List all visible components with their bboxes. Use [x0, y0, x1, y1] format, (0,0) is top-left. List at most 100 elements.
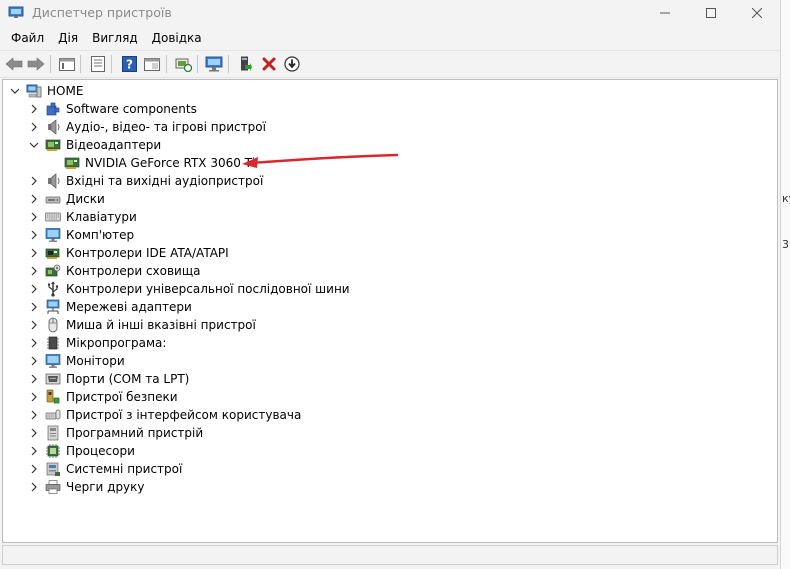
network-icon [46, 299, 60, 314]
hid-icon [45, 409, 61, 420]
tree-item-label: Диски [66, 192, 105, 206]
system-icon [46, 462, 60, 476]
chevron-right-icon[interactable] [29, 338, 39, 348]
puzzle-icon [46, 102, 60, 116]
tree-item-label: Аудіо-, відео- та ігрові пристрої [66, 120, 266, 134]
display-adapter-icon [64, 157, 80, 169]
window-panel-icon [144, 58, 160, 71]
svg-text:?: ? [126, 58, 133, 72]
update-driver-icon [241, 56, 252, 71]
forward-button[interactable] [26, 54, 46, 74]
chevron-right-icon[interactable] [29, 104, 39, 114]
uninstall-device-button[interactable] [259, 54, 279, 74]
toolbar-separator [166, 55, 167, 73]
storage-controller-icon [45, 264, 61, 277]
chevron-right-icon[interactable] [29, 248, 39, 258]
chevron-right-icon[interactable] [29, 194, 39, 204]
disable-device-button[interactable] [282, 54, 302, 74]
toolbar-separator [197, 55, 198, 73]
tree-item-label: Монітори [66, 354, 125, 368]
chevron-right-icon[interactable] [29, 266, 39, 276]
tree-item-label: Черги друку [66, 480, 145, 494]
device-manager-app-icon [8, 6, 24, 18]
tree-item-label: Вхідні та вихідні аудіопристрої [66, 174, 264, 188]
usb-icon [48, 281, 59, 297]
document-list-icon [91, 56, 105, 72]
chevron-down-icon[interactable] [29, 140, 39, 150]
window-title: Диспетчер пристроїв [32, 5, 172, 20]
device-manager-window: Диспетчер пристроїв Файл Дія Вигляд Дові… [0, 0, 781, 569]
tree-item-label: Відеоадаптери [66, 138, 162, 152]
software-device-icon [47, 425, 59, 441]
toolbar-separator [80, 55, 81, 73]
disk-icon [45, 196, 61, 204]
help-icon: ? [121, 56, 137, 72]
tree-root-label: HOME [47, 84, 84, 98]
menu-bar: Файл Дія Вигляд Довідка [0, 27, 780, 49]
tree-item-label: Мережеві адаптери [66, 300, 192, 314]
chevron-right-icon[interactable] [29, 428, 39, 438]
menu-action[interactable]: Дія [51, 29, 85, 47]
back-button[interactable] [4, 54, 24, 74]
tree-item-label: Комп'ютер [66, 228, 135, 242]
keyboard-icon [45, 212, 61, 222]
red-x-icon [262, 57, 276, 71]
annotation-arrow-line [250, 153, 399, 165]
maximize-icon [706, 8, 716, 18]
title-bar[interactable]: Диспетчер пристроїв [0, 0, 780, 26]
cpu-icon [46, 444, 60, 458]
chevron-right-icon[interactable] [29, 374, 39, 384]
update-driver-button[interactable] [236, 54, 256, 74]
arrow-left-icon [5, 57, 23, 71]
chevron-right-icon[interactable] [29, 302, 39, 312]
status-bar [2, 545, 778, 565]
scan-hardware-icon [175, 58, 192, 72]
devices-by-type-button[interactable] [204, 54, 224, 74]
maximize-button[interactable] [688, 0, 734, 26]
view-button[interactable] [142, 54, 162, 74]
help-button[interactable]: ? [119, 54, 139, 74]
menu-help[interactable]: Довідка [145, 29, 209, 47]
tree-item-label: Процесори [66, 444, 135, 458]
chevron-right-icon[interactable] [29, 482, 39, 492]
monitor-icon [205, 56, 223, 72]
display-adapter-icon [45, 139, 61, 151]
controller-icon [45, 248, 60, 259]
background-window-text: ку [782, 192, 790, 205]
chevron-right-icon[interactable] [29, 230, 39, 240]
background-window-sliver: ку 31 [781, 0, 790, 569]
menu-file[interactable]: Файл [4, 29, 51, 47]
toolbar: ? [0, 50, 780, 78]
mouse-icon [48, 317, 58, 333]
speaker-icon [48, 173, 60, 189]
close-window-button[interactable] [734, 0, 780, 26]
chevron-right-icon[interactable] [29, 122, 39, 132]
chevron-down-icon[interactable] [10, 86, 20, 96]
tree-item-label: Системні пристрої [66, 462, 183, 476]
monitor-icon [45, 354, 61, 368]
speaker-icon [48, 119, 60, 135]
close-icon [752, 8, 762, 18]
chevron-right-icon[interactable] [29, 392, 39, 402]
chevron-right-icon[interactable] [29, 284, 39, 294]
properties-window-icon [59, 58, 75, 71]
minimize-button[interactable] [642, 0, 688, 26]
tree-item-label: Мікропрограма: [66, 336, 167, 350]
printer-icon [45, 480, 61, 494]
tree-item-label: Клавіатури [66, 210, 137, 224]
chevron-right-icon[interactable] [29, 410, 39, 420]
scan-hardware-button[interactable] [173, 54, 193, 74]
minimize-icon [660, 12, 670, 14]
chevron-right-icon[interactable] [29, 464, 39, 474]
chevron-right-icon[interactable] [29, 356, 39, 366]
chevron-right-icon[interactable] [29, 176, 39, 186]
console-tree-button[interactable] [57, 54, 77, 74]
chevron-right-icon[interactable] [29, 320, 39, 330]
background-window-text: 31 [782, 238, 790, 251]
menu-view[interactable]: Вигляд [85, 29, 145, 47]
properties-button[interactable] [88, 54, 108, 74]
chevron-right-icon[interactable] [29, 446, 39, 456]
tree-item-label: Програмний пристрій [66, 426, 204, 440]
chevron-right-icon[interactable] [29, 212, 39, 222]
toolbar-separator [228, 55, 229, 73]
